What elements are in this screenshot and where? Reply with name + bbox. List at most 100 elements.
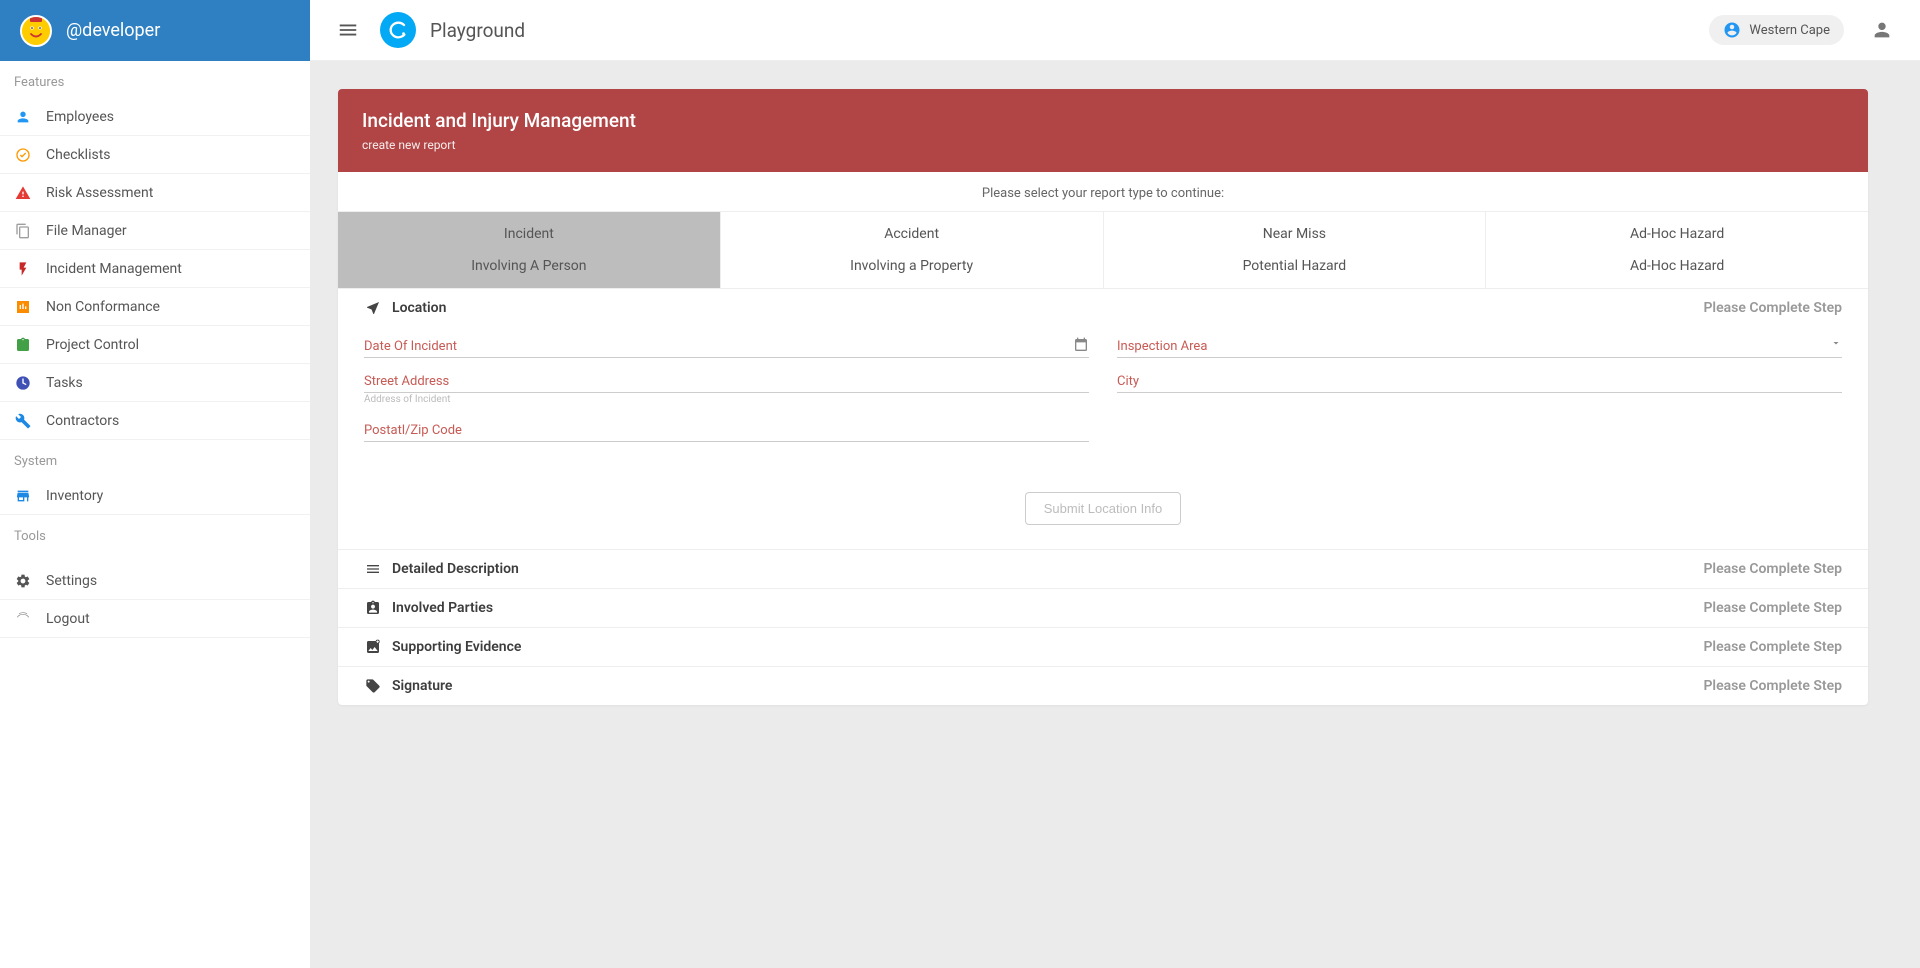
nav-label: Risk Assessment [46,185,153,201]
type-adhoc[interactable]: Ad-Hoc Hazard Ad-Hoc Hazard [1486,212,1868,288]
region-label: Western Cape [1749,23,1830,38]
nav-features: Employees Checklists Risk Assessment Fil… [0,98,310,440]
type-title: Near Miss [1112,226,1478,242]
content: Incident and Injury Management create ne… [310,61,1920,968]
type-sub: Potential Hazard [1112,258,1478,274]
nav-logout[interactable]: Logout [0,600,310,638]
nav-label: Incident Management [46,261,182,277]
instruction-text: Please select your report type to contin… [338,172,1868,211]
settings-icon [14,572,32,590]
type-nearmiss[interactable]: Near Miss Potential Hazard [1104,212,1487,288]
account-button[interactable] [1868,16,1896,44]
nav-risk[interactable]: Risk Assessment [0,174,310,212]
menu-button[interactable] [334,16,362,44]
nav-tools: Settings Logout [0,562,310,638]
step-evidence-header[interactable]: Supporting Evidence Please Complete Step [338,628,1868,666]
card-title: Incident and Injury Management [362,109,1844,132]
nav-tasks[interactable]: Tasks [0,364,310,402]
avatar [20,15,52,47]
nav-label: Contractors [46,413,119,429]
nav-label: File Manager [46,223,127,239]
city-field[interactable]: City [1117,370,1842,393]
submit-location-button[interactable]: Submit Location Info [1025,492,1182,525]
main-area: Playground Western Cape Incident and Inj… [310,0,1920,968]
field-label: City [1117,374,1842,389]
nav-files[interactable]: File Manager [0,212,310,250]
field-helper: Address of Incident [364,394,451,405]
step-status: Please Complete Step [1703,600,1842,616]
nav-employees[interactable]: Employees [0,98,310,136]
sidebar: @developer Features Employees Checklists… [0,0,310,968]
app-title: Playground [430,19,525,42]
step-parties: Involved Parties Please Complete Step [338,589,1868,628]
nav-settings[interactable]: Settings [0,562,310,600]
step-location-body: Date Of Incident Inspection Area Street … [338,327,1868,549]
region-chip[interactable]: Western Cape [1709,15,1844,45]
nav-label: Settings [46,573,97,589]
checklist-icon [14,146,32,164]
report-card: Incident and Injury Management create ne… [338,89,1868,705]
step-parties-header[interactable]: Involved Parties Please Complete Step [338,589,1868,627]
chart-icon [14,298,32,316]
topbar: Playground Western Cape [310,0,1920,61]
step-title: Involved Parties [392,600,493,616]
evidence-icon [364,638,382,656]
incident-icon [14,260,32,278]
card-header: Incident and Injury Management create ne… [338,89,1868,172]
nav-contractors[interactable]: Contractors [0,402,310,440]
sidebar-header: @developer [0,0,310,61]
parties-icon [364,599,382,617]
type-sub: Involving a Property [729,258,1095,274]
step-description: Detailed Description Please Complete Ste… [338,550,1868,589]
step-status: Please Complete Step [1703,300,1842,316]
nav-checklists[interactable]: Checklists [0,136,310,174]
step-title: Location [392,300,446,316]
report-type-selector: Incident Involving A Person Accident Inv… [338,211,1868,289]
account-circle-icon [1723,21,1741,39]
card-subtitle: create new report [362,138,1844,152]
nav-inventory[interactable]: Inventory [0,477,310,515]
type-accident[interactable]: Accident Involving a Property [721,212,1104,288]
wrench-icon [14,412,32,430]
signature-icon [364,677,382,695]
zip-field[interactable]: Postatl/Zip Code [364,419,1089,442]
date-of-incident-field[interactable]: Date Of Incident [364,335,1089,358]
nav-project[interactable]: Project Control [0,326,310,364]
dropdown-icon[interactable] [1830,337,1842,349]
step-title: Supporting Evidence [392,639,521,655]
field-label: Street Address [364,374,1089,389]
type-sub: Ad-Hoc Hazard [1494,258,1860,274]
warning-icon [14,184,32,202]
field-label: Inspection Area [1117,339,1842,354]
nav-label: Tasks [46,375,83,391]
nav-label: Project Control [46,337,139,353]
step-location-header[interactable]: Location Please Complete Step [338,289,1868,327]
step-status: Please Complete Step [1703,561,1842,577]
section-tools-label: Tools [0,515,310,552]
app-logo [380,12,416,48]
nav-system: Inventory [0,477,310,515]
type-incident[interactable]: Incident Involving A Person [338,212,721,288]
step-description-header[interactable]: Detailed Description Please Complete Ste… [338,550,1868,588]
nav-label: Inventory [46,488,103,504]
inspection-area-field[interactable]: Inspection Area [1117,335,1842,358]
calendar-icon[interactable] [1073,337,1089,353]
location-icon [364,299,382,317]
type-title: Accident [729,226,1095,242]
nav-label: Checklists [46,147,111,163]
description-icon [364,560,382,578]
fingerprint-icon [14,610,32,628]
step-signature-header[interactable]: Signature Please Complete Step [338,667,1868,705]
nav-nonconformance[interactable]: Non Conformance [0,288,310,326]
field-label: Postatl/Zip Code [364,423,1089,438]
street-address-field[interactable]: Street Address Address of Incident [364,370,1089,393]
field-label: Date Of Incident [364,339,1089,354]
step-status: Please Complete Step [1703,678,1842,694]
clock-icon [14,374,32,392]
nav-incident[interactable]: Incident Management [0,250,310,288]
nav-label: Logout [46,611,90,627]
step-location: Location Please Complete Step Date Of In… [338,289,1868,550]
username-label: @developer [66,20,160,41]
inventory-icon [14,487,32,505]
nav-label: Employees [46,109,114,125]
